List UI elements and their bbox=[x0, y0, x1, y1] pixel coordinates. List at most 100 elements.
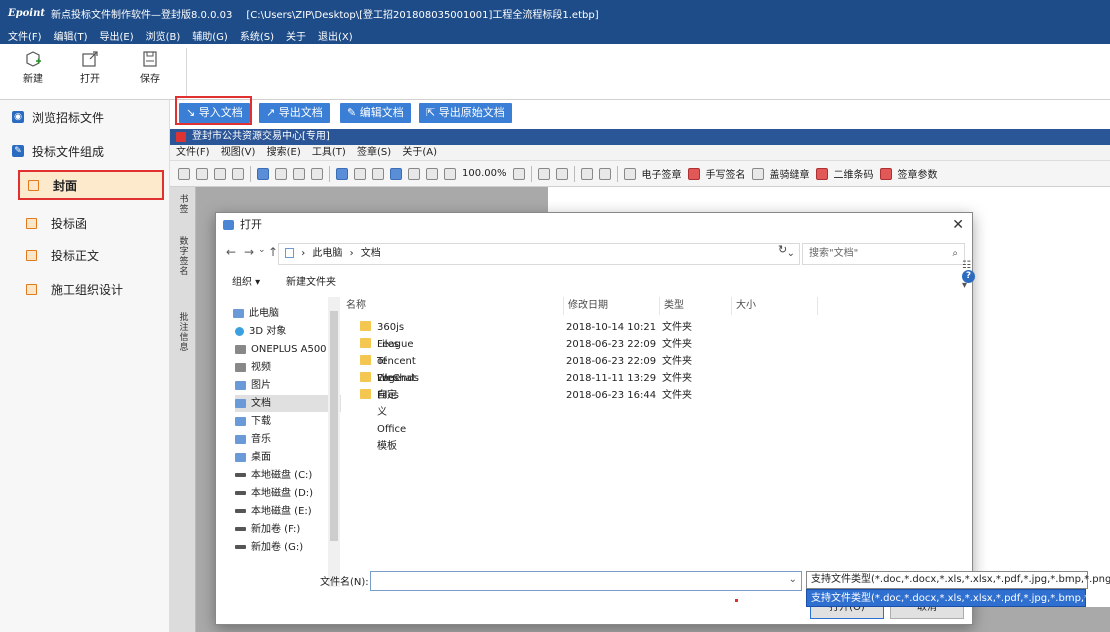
open-button[interactable]: 打开 bbox=[72, 50, 108, 85]
zoom-in-icon[interactable] bbox=[512, 167, 525, 180]
nav-drive-c[interactable]: 本地磁盘 (C:) bbox=[235, 467, 341, 484]
save-file-icon[interactable] bbox=[196, 167, 208, 180]
text-select-icon[interactable] bbox=[354, 167, 366, 180]
menu-assist[interactable]: 辅助(G) bbox=[192, 28, 228, 43]
address-dropdown-icon[interactable]: ⌄ bbox=[787, 244, 795, 264]
digital-sign-tab[interactable]: 数字签名 bbox=[177, 237, 191, 277]
breadcrumb-documents[interactable]: 文档 bbox=[361, 248, 381, 259]
binoculars-icon[interactable] bbox=[293, 167, 305, 180]
viewer-menu-sign[interactable]: 签章(S) bbox=[357, 147, 391, 158]
viewer-menu-file[interactable]: 文件(F) bbox=[176, 147, 210, 158]
nav-pictures[interactable]: 图片 bbox=[235, 377, 341, 394]
nav-3d-objects[interactable]: 3D 对象 bbox=[235, 323, 341, 340]
fit-page-icon[interactable] bbox=[408, 167, 420, 180]
column-date[interactable]: 修改日期 bbox=[566, 297, 660, 315]
search-input[interactable]: 搜索"文档" ⌕ bbox=[802, 243, 965, 265]
viewer-menu-search[interactable]: 搜索(E) bbox=[267, 147, 301, 158]
filename-input[interactable]: ⌄ bbox=[370, 571, 802, 591]
close-icon[interactable]: ✕ bbox=[952, 213, 964, 237]
rotate-left-icon[interactable] bbox=[537, 167, 550, 180]
recent-dropdown-icon[interactable]: ⌄ bbox=[258, 245, 266, 255]
menu-edit[interactable]: 编辑(T) bbox=[54, 28, 88, 43]
nav-drive-d[interactable]: 本地磁盘 (D:) bbox=[235, 485, 341, 502]
export-document-button[interactable]: ↗ 导出文档 bbox=[259, 103, 330, 123]
nav-drive-e[interactable]: 本地磁盘 (E:) bbox=[235, 503, 341, 520]
zoom-out-icon[interactable] bbox=[444, 167, 456, 180]
up-icon[interactable]: ↑ bbox=[268, 245, 278, 259]
nav-drive-g[interactable]: 新加卷 (G:) bbox=[235, 539, 341, 556]
column-size[interactable]: 大小 bbox=[734, 297, 818, 315]
file-row[interactable]: 360js Files 2018-10-14 10:21 文件夹 bbox=[344, 319, 970, 350]
file-row[interactable]: Tencent Files 2018-06-23 22:09 文件夹 bbox=[344, 353, 970, 384]
cursor-marker bbox=[735, 599, 738, 602]
menu-system[interactable]: 系统(S) bbox=[240, 28, 274, 43]
sidebar-browse-tender[interactable]: ◉ 浏览招标文件 bbox=[0, 100, 170, 134]
snapshot-icon[interactable] bbox=[372, 167, 384, 180]
copy-icon[interactable] bbox=[214, 167, 226, 180]
file-row[interactable]: WeChat Files 2018-11-11 13:29 文件夹 bbox=[344, 370, 970, 401]
organize-button[interactable]: 组织 ▾ bbox=[232, 273, 260, 293]
menu-about[interactable]: 关于 bbox=[286, 28, 306, 43]
annotation-tab[interactable]: 批注信息 bbox=[177, 313, 191, 353]
nav-scrollbar-thumb[interactable] bbox=[330, 311, 338, 541]
sidebar-compose[interactable]: ✎ 投标文件组成 bbox=[0, 134, 170, 168]
fit-width-icon[interactable] bbox=[426, 167, 438, 180]
menu-export[interactable]: 导出(E) bbox=[99, 28, 133, 43]
nav-drive-f[interactable]: 新加卷 (F:) bbox=[235, 521, 341, 538]
viewer-menu-about[interactable]: 关于(A) bbox=[402, 147, 437, 158]
sidebar-item-label: 投标函 bbox=[51, 216, 88, 231]
sidebar-item-bid-letter[interactable]: 投标函 bbox=[18, 208, 164, 238]
close-doc-icon[interactable] bbox=[232, 167, 244, 180]
page-icon[interactable] bbox=[275, 167, 287, 180]
file-row[interactable]: League of Legends 2018-06-23 22:09 文件夹 bbox=[344, 336, 970, 384]
help-icon[interactable]: ? bbox=[962, 269, 975, 283]
nav-this-pc[interactable]: 此电脑 bbox=[233, 305, 339, 322]
menu-browse[interactable]: 浏览(B) bbox=[146, 28, 181, 43]
new-folder-button[interactable]: 新建文件夹 bbox=[286, 273, 336, 293]
e-seal-button[interactable]: 电子签章 bbox=[642, 166, 682, 181]
new-button[interactable]: 新建 bbox=[15, 50, 51, 85]
sidebar-item-cover[interactable]: 封面 bbox=[18, 170, 164, 200]
nav-downloads[interactable]: 下载 bbox=[235, 413, 341, 430]
bookmark-tab[interactable]: 书签 bbox=[177, 195, 191, 215]
back-icon[interactable]: ← bbox=[226, 245, 236, 259]
single-page-icon[interactable] bbox=[390, 167, 402, 180]
nav-documents[interactable]: 文档 bbox=[235, 395, 341, 412]
column-type[interactable]: 类型 bbox=[662, 297, 732, 315]
menu-exit[interactable]: 退出(X) bbox=[318, 28, 353, 43]
open-file-icon[interactable] bbox=[178, 167, 190, 180]
nav-desktop[interactable]: 桌面 bbox=[235, 449, 341, 466]
address-bar[interactable]: › 此电脑 › 文档 ⌄ bbox=[278, 243, 800, 265]
refresh-icon[interactable]: ↻ bbox=[778, 243, 787, 256]
column-name[interactable]: 名称 bbox=[344, 297, 564, 315]
tools-icon[interactable] bbox=[598, 167, 611, 180]
filetype-option-selected[interactable]: 支持文件类型(*.doc,*.docx,*.xls,*.xlsx,*.pdf,*… bbox=[806, 589, 1110, 607]
rotate-right-icon[interactable] bbox=[555, 167, 568, 180]
menu-file[interactable]: 文件(F) bbox=[8, 28, 42, 43]
nav-music[interactable]: 音乐 bbox=[235, 431, 341, 448]
viewer-menu-view[interactable]: 视图(V) bbox=[221, 147, 256, 158]
nav-oneplus[interactable]: ONEPLUS A500 bbox=[235, 341, 341, 358]
edit-document-button[interactable]: ✎ 编辑文档 bbox=[340, 103, 411, 123]
forward-icon[interactable]: → bbox=[244, 245, 254, 259]
breadcrumb-this-pc[interactable]: 此电脑 bbox=[312, 248, 342, 259]
search-icon[interactable] bbox=[580, 167, 593, 180]
export-original-button[interactable]: ⇱ 导出原始文档 bbox=[419, 103, 512, 123]
seam-seal-button[interactable]: 盖骑缝章 bbox=[770, 166, 810, 181]
save-button[interactable]: 保存 bbox=[132, 50, 168, 85]
print-icon[interactable] bbox=[257, 167, 269, 180]
qrcode-button[interactable]: 二维条码 bbox=[834, 166, 874, 181]
sidebar-item-construction-design[interactable]: 施工组织设计 bbox=[18, 274, 164, 304]
hand-tool-icon[interactable] bbox=[336, 167, 348, 180]
file-row[interactable]: 自定义 Office 模板 2018-06-23 16:44 文件夹 bbox=[344, 387, 970, 452]
find-icon[interactable] bbox=[311, 167, 323, 180]
zoom-level[interactable]: 100.00% bbox=[462, 168, 507, 179]
chevron-down-icon[interactable]: ⌄ bbox=[789, 574, 797, 585]
handwrite-sign-button[interactable]: 手写签名 bbox=[706, 166, 746, 181]
sidebar-item-bid-body[interactable]: 投标正文 bbox=[18, 240, 164, 270]
seal-settings-button[interactable]: 签章参数 bbox=[898, 166, 938, 181]
search-icon[interactable]: ⌕ bbox=[952, 244, 958, 264]
nav-videos[interactable]: 视频 bbox=[235, 359, 341, 376]
viewer-menu-tools[interactable]: 工具(T) bbox=[312, 147, 346, 158]
filetype-select[interactable]: 支持文件类型(*.doc,*.docx,*.xls,*.xlsx,*.pdf,*… bbox=[806, 571, 1110, 589]
